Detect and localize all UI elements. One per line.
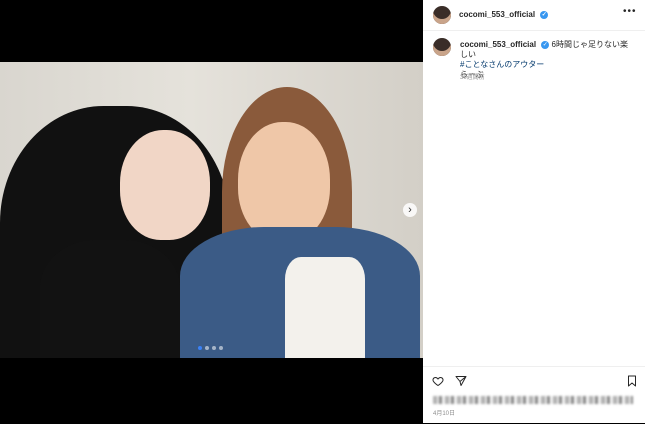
carousel-dot <box>219 346 223 350</box>
caption-username[interactable]: cocomi_553_official <box>460 40 536 49</box>
post-header: cocomi_553_official ✓ ••• <box>423 0 645 31</box>
carousel-next-button[interactable]: › <box>403 203 417 217</box>
person-right-shirt <box>285 257 365 358</box>
blurred-likes-text <box>433 396 633 404</box>
post-time[interactable]: 30週間前 <box>460 72 485 81</box>
carousel-dot <box>205 346 209 350</box>
carousel-indicator <box>198 346 223 350</box>
header-username-text[interactable]: cocomi_553_official <box>459 10 535 19</box>
person-left-shirt <box>40 240 180 358</box>
carousel-dot <box>212 346 216 350</box>
header-username[interactable]: cocomi_553_official ✓ <box>459 10 549 19</box>
person-left-face <box>120 130 210 240</box>
verified-icon: ✓ <box>540 10 549 19</box>
person-right-face <box>238 122 330 242</box>
post-side-panel: cocomi_553_official ✓ ••• cocomi_553_off… <box>423 0 645 423</box>
action-bar <box>423 366 645 424</box>
verified-icon: ✓ <box>541 40 550 49</box>
post-media: › <box>0 0 423 423</box>
post-photo[interactable] <box>0 62 423 358</box>
hashtag-link[interactable]: #ことなさんのアウター <box>460 60 544 69</box>
more-options-icon[interactable]: ••• <box>623 6 637 17</box>
share-icon[interactable] <box>455 375 467 387</box>
carousel-dot <box>198 346 202 350</box>
caption-avatar[interactable] <box>433 38 451 56</box>
post-date: 4月10日 <box>433 411 456 417</box>
bookmark-icon[interactable] <box>626 375 638 387</box>
heart-icon[interactable] <box>432 375 444 387</box>
post-caption: cocomi_553_official ✓ 6時間じゃ足りない楽しい #ことなさ… <box>460 40 635 80</box>
avatar[interactable] <box>433 6 451 24</box>
